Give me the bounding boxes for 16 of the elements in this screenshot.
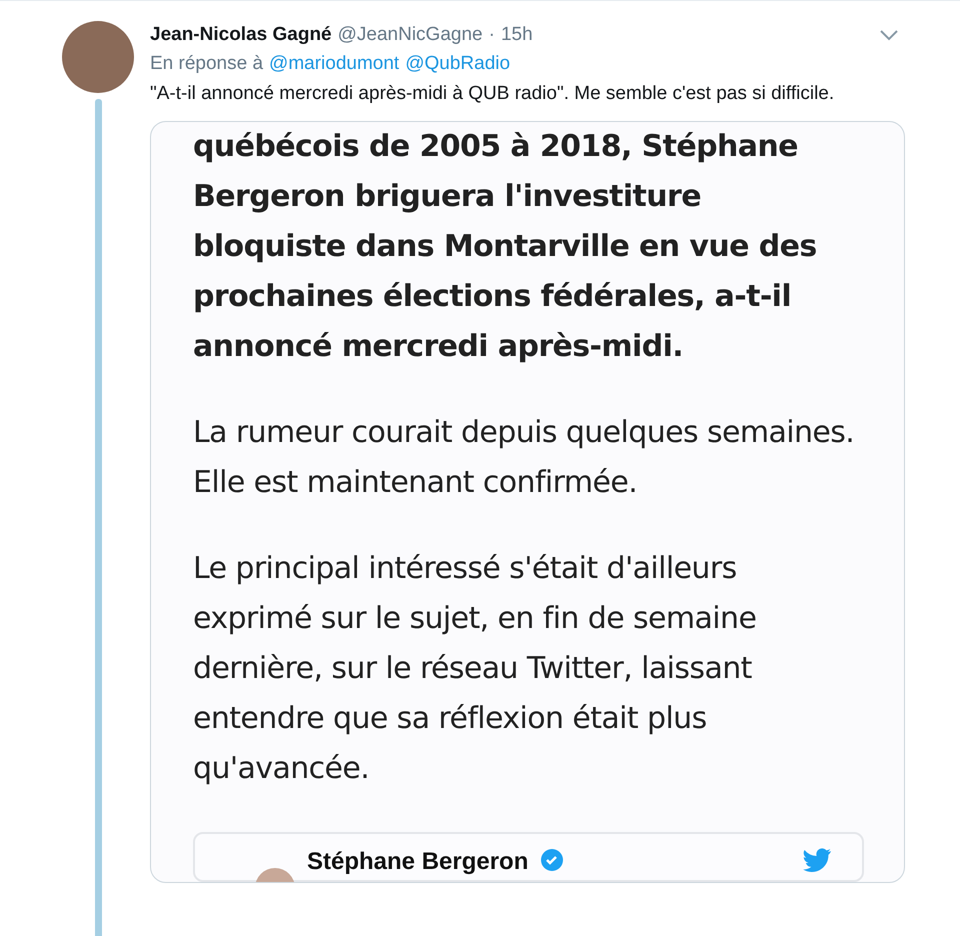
chevron-down-icon[interactable]: [879, 29, 899, 41]
separator-dot: ·: [488, 24, 495, 46]
mention-link[interactable]: @QubRadio: [405, 53, 510, 75]
article-paragraph: La rumeur courait depuis quelques semaines. Elle est maintenant confirmée.: [193, 414, 856, 502]
article-screenshot[interactable]: [150, 121, 905, 883]
author-name: Jean-Nicolas Gagné: [150, 24, 332, 46]
reply-label: En réponse à: [150, 53, 264, 75]
article-paragraph: Le principal intéressé s'était d'ailleurs exprimé sur le sujet, en fin de semaine dernière, sur le réseau Twitter, laissant entendre que sa réflexion était plus qu'avancée.: [193, 550, 758, 788]
verified-badge-icon: [540, 848, 564, 872]
article-paragraph: québécois de 2005 à 2018, Stéphane Bergeron briguera l'investiture bloquiste dans Montarville en vue des prochaines élections fédérales, a-t-il annoncé mercredi après-midi.: [193, 128, 818, 366]
bird-logo-icon: [802, 848, 832, 874]
tweet-time: 15h: [500, 24, 533, 46]
embedded-author-name: Stéphane Bergeron: [307, 848, 528, 876]
tweet-text: "A-t-il annoncé mercredi après-midi à QUB radio". Me semble c'est pas si difficile.: [150, 82, 836, 106]
mention-link[interactable]: @mariodumont: [269, 53, 400, 75]
author-handle: @JeanNicGagne: [338, 24, 483, 46]
